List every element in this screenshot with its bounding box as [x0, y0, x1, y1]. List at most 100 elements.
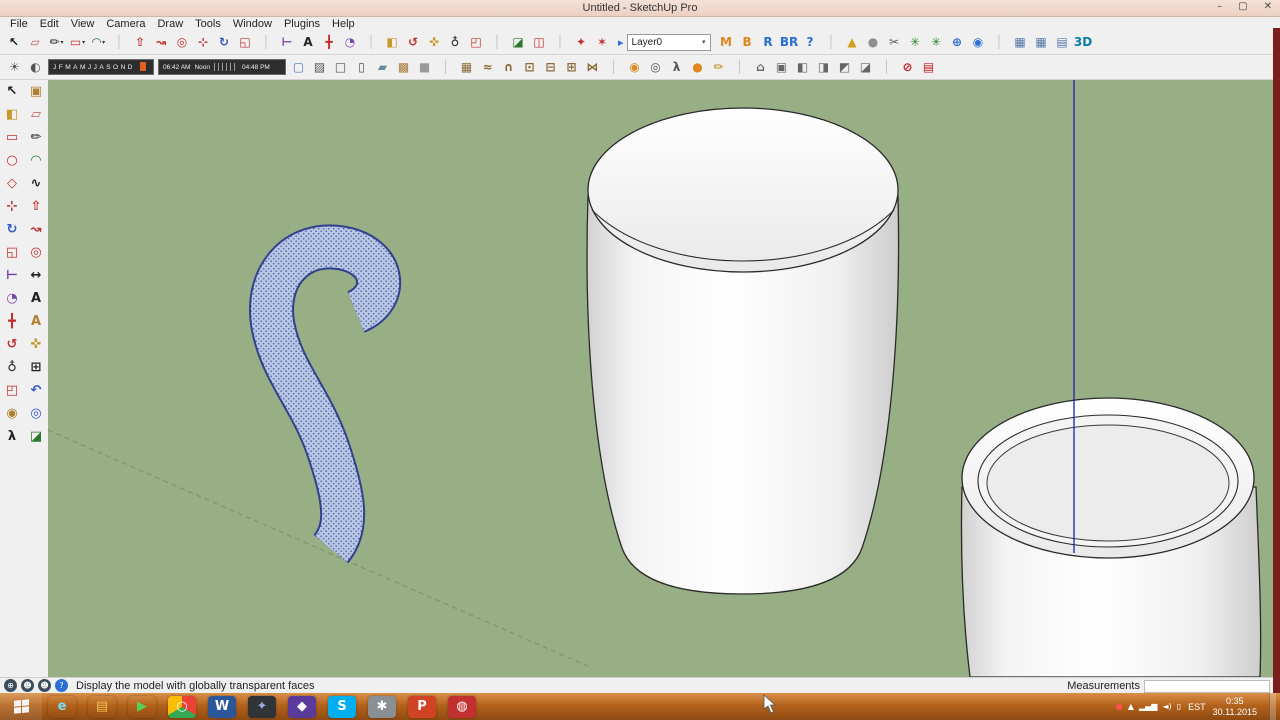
- taskbar-clock[interactable]: 0:35 30.11.2015: [1213, 696, 1257, 717]
- tray-record-icon[interactable]: ●: [1116, 702, 1123, 711]
- taskbar-skype[interactable]: S: [328, 695, 356, 718]
- view-front-button[interactable]: ◧: [792, 57, 813, 78]
- menu-item[interactable]: File: [4, 18, 34, 30]
- menu-item[interactable]: Plugins: [278, 18, 326, 30]
- grid-toolbar-3[interactable]: ▤: [1052, 32, 1073, 53]
- plugin-info-tool[interactable]: ◉: [968, 32, 989, 53]
- tray-network-icon[interactable]: ▂▄▆: [1139, 702, 1157, 711]
- menu-item[interactable]: Camera: [100, 18, 151, 30]
- annotate-button[interactable]: ✏: [708, 57, 729, 78]
- circle-tool[interactable]: ○: [0, 149, 24, 172]
- viewport-canvas[interactable]: [48, 80, 1280, 677]
- polygon-tool[interactable]: ◇: [0, 172, 24, 195]
- view-left-button[interactable]: ◪: [855, 57, 876, 78]
- grid-toolbar-2[interactable]: ▦: [1031, 32, 1052, 53]
- layer-dropdown[interactable]: ▸ Layer0 ▾: [618, 33, 711, 51]
- plugin-button-2[interactable]: ✶: [592, 32, 613, 53]
- view-iso-button[interactable]: ⌂: [750, 57, 771, 78]
- measurements-box[interactable]: [1144, 680, 1270, 693]
- position-camera-button[interactable]: ◉: [624, 57, 645, 78]
- 3d-text-tool[interactable]: A: [24, 310, 48, 333]
- monochrome-button[interactable]: ■: [414, 57, 435, 78]
- taskbar-dark-app[interactable]: ✦: [248, 695, 276, 718]
- shaded-button[interactable]: ▰: [372, 57, 393, 78]
- show-desktop-button[interactable]: [1269, 693, 1276, 720]
- badge-3d[interactable]: 3D: [1073, 32, 1094, 53]
- menu-item[interactable]: Edit: [34, 18, 65, 30]
- back-edges-button[interactable]: ▨: [309, 57, 330, 78]
- pan-tool[interactable]: ✜: [24, 333, 48, 356]
- menu-item[interactable]: Draw: [151, 18, 189, 30]
- section-plane-tool[interactable]: ◪: [508, 32, 529, 53]
- taskbar-ie[interactable]: e: [48, 696, 76, 718]
- view-back-button[interactable]: ◩: [834, 57, 855, 78]
- position-camera-tool[interactable]: ◉: [0, 402, 24, 425]
- previous-view-tool[interactable]: ↶: [24, 379, 48, 402]
- menu-item[interactable]: Tools: [189, 18, 227, 30]
- plugin-scissors-tool[interactable]: ✂: [884, 32, 905, 53]
- time-slider-handle[interactable]: [214, 63, 239, 71]
- scale-tool[interactable]: ◱: [0, 241, 24, 264]
- text-tool[interactable]: A: [298, 32, 319, 53]
- window-titlebar[interactable]: Untitled - SketchUp Pro – ▢ ✕: [0, 0, 1280, 17]
- scale-tool[interactable]: ◱: [235, 32, 256, 53]
- make-component-tool[interactable]: ▣: [24, 80, 48, 103]
- view-top-button[interactable]: ▣: [771, 57, 792, 78]
- axes-tool[interactable]: ╋: [319, 32, 340, 53]
- menu-item[interactable]: View: [65, 18, 101, 30]
- rotate-tool[interactable]: ↻: [214, 32, 235, 53]
- push-pull-tool[interactable]: ⇧: [24, 195, 48, 218]
- shaded-textures-button[interactable]: ▩: [393, 57, 414, 78]
- tray-battery-icon[interactable]: ▯: [1177, 702, 1181, 711]
- select-tool[interactable]: ↖: [0, 80, 24, 103]
- axes-tool[interactable]: ╋: [0, 310, 24, 333]
- plugin-badge-m[interactable]: M: [716, 32, 737, 53]
- taskbar-purple-app[interactable]: ◆: [288, 695, 316, 718]
- geolocate-icon[interactable]: ⊕: [4, 679, 17, 692]
- view-right-button[interactable]: ◨: [813, 57, 834, 78]
- minimize-button[interactable]: –: [1217, 1, 1222, 12]
- walk-tool[interactable]: λ: [0, 425, 24, 448]
- start-button[interactable]: [0, 693, 42, 720]
- select-tool[interactable]: ↖: [4, 32, 25, 53]
- taskbar-explorer[interactable]: ▤: [88, 696, 116, 718]
- plugin-badge-r[interactable]: R: [758, 32, 779, 53]
- taskbar-tools-app[interactable]: ✱: [368, 695, 396, 718]
- plugin-globe-tool[interactable]: ⊕: [947, 32, 968, 53]
- plugin-badge-b[interactable]: B: [737, 32, 758, 53]
- sandbox-drape[interactable]: ⊟: [540, 57, 561, 78]
- line-tool[interactable]: ✏: [24, 126, 48, 149]
- taskbar-powerpoint[interactable]: P: [408, 695, 436, 718]
- move-tool[interactable]: ⊹: [0, 195, 24, 218]
- line-tool[interactable]: ✏ ▾: [46, 32, 67, 53]
- taskbar-red-app[interactable]: ◍: [448, 695, 476, 718]
- freehand-tool[interactable]: ∿: [24, 172, 48, 195]
- zoom-tool[interactable]: ♁: [0, 356, 24, 379]
- protractor-tool[interactable]: ◔: [340, 32, 361, 53]
- rectangle-tool[interactable]: ▭: [0, 126, 24, 149]
- zoom-extents-tool[interactable]: ◰: [466, 32, 487, 53]
- push-pull-tool[interactable]: ⇧: [130, 32, 151, 53]
- arc-tool[interactable]: ◠: [24, 149, 48, 172]
- close-button[interactable]: ✕: [1264, 1, 1272, 12]
- pan-tool[interactable]: ✜: [424, 32, 445, 53]
- maximize-button[interactable]: ▢: [1238, 1, 1247, 12]
- sandbox-from-scratch[interactable]: ▦: [456, 57, 477, 78]
- orbit-tool[interactable]: ↺: [403, 32, 424, 53]
- wireframe-button[interactable]: □: [330, 57, 351, 78]
- section-plane-tool[interactable]: ◪: [24, 425, 48, 448]
- menu-item[interactable]: Help: [326, 18, 361, 30]
- eraser-tool[interactable]: ▱: [24, 103, 48, 126]
- mug-handle-selected[interactable]: [249, 224, 402, 564]
- sandbox-add-detail[interactable]: ⊞: [561, 57, 582, 78]
- date-slider-handle[interactable]: [140, 62, 146, 71]
- disable-snap-button[interactable]: ⊘: [897, 57, 918, 78]
- dimension-tool[interactable]: ↔: [24, 264, 48, 287]
- taskbar-word[interactable]: W: [208, 695, 236, 718]
- shadow-toggle-button[interactable]: ◐: [25, 57, 46, 78]
- sandbox-smoove[interactable]: ∩: [498, 57, 519, 78]
- taskbar-media-app[interactable]: ▶: [128, 696, 156, 718]
- layer-select[interactable]: Layer0 ▾: [626, 33, 711, 51]
- paint-bucket-tool[interactable]: ◧: [0, 103, 24, 126]
- xray-mode-button[interactable]: ▢: [288, 57, 309, 78]
